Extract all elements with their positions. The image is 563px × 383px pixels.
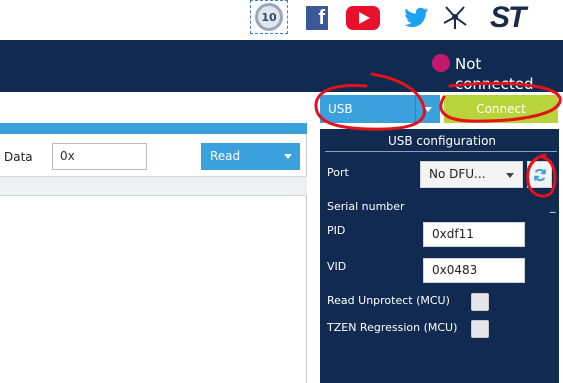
connect-button[interactable]: Connect (444, 95, 558, 123)
badge-disc: 10 (255, 3, 283, 31)
ten-year-badge-icon[interactable]: 10 (250, 0, 288, 34)
connection-status-dot (432, 54, 450, 72)
port-label: Port (327, 166, 349, 179)
read-unprotect-checkbox[interactable] (471, 293, 489, 311)
network-shape (443, 6, 467, 29)
memory-table-header (0, 176, 307, 196)
refresh-icon (533, 168, 546, 181)
panel-accent-strip (0, 123, 307, 134)
serial-number-value: _ (550, 200, 556, 213)
read-button-label: Read (210, 149, 241, 163)
read-unprotect-label: Read Unprotect (MCU) (327, 294, 450, 307)
read-button[interactable]: Read (201, 143, 300, 170)
top-icon-bar: 10 f ST (0, 0, 563, 40)
interface-select-divider (415, 95, 416, 123)
network-icon[interactable] (440, 3, 470, 31)
memory-panel (0, 134, 307, 383)
data-input[interactable]: 0x (52, 143, 147, 170)
chevron-down-icon (284, 154, 292, 159)
st-logo-icon: ST (490, 1, 526, 34)
refresh-button[interactable] (527, 161, 552, 188)
usb-configuration-title: USB configuration (387, 134, 497, 148)
vid-label: VID (327, 260, 347, 273)
pid-label: PID (327, 224, 346, 237)
twitter-bird-shape (404, 7, 428, 27)
port-select[interactable]: No DFU... (420, 161, 523, 188)
facebook-icon[interactable]: f (306, 6, 328, 30)
data-label: Data (4, 150, 33, 164)
youtube-icon[interactable] (346, 6, 380, 30)
interface-select[interactable]: USB (320, 95, 440, 123)
port-select-value: No DFU... (429, 167, 486, 181)
chevron-down-icon (506, 173, 514, 178)
pid-field[interactable]: 0xdf11 (423, 222, 525, 247)
tzen-regression-checkbox[interactable] (471, 320, 489, 338)
app-window: 10 f ST Not connected Data 0x Read USB C… (0, 0, 563, 383)
vid-field[interactable]: 0x0483 (423, 258, 525, 283)
tzen-regression-label: TZEN Regression (MCU) (327, 321, 458, 334)
twitter-icon[interactable] (404, 6, 430, 35)
connection-status-text: Not connected (455, 55, 534, 93)
chevron-down-icon (424, 107, 432, 112)
config-divider (325, 151, 557, 152)
interface-select-label: USB (328, 102, 353, 116)
serial-number-label: Serial number (327, 200, 405, 213)
